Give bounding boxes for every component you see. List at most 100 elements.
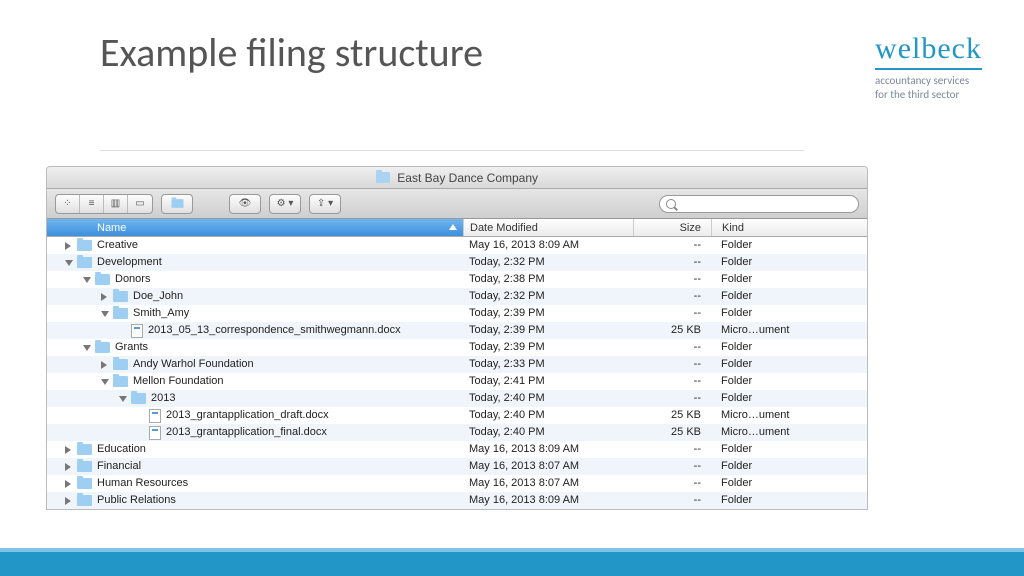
table-row[interactable]: DonorsToday, 2:38 PM--Folder xyxy=(47,271,867,288)
disclosure-triangle-icon[interactable] xyxy=(65,479,75,489)
file-date: Today, 2:40 PM xyxy=(463,390,633,407)
table-row[interactable]: 2013_05_13_correspondence_smithwegmann.d… xyxy=(47,322,867,339)
file-name: 2013_05_13_correspondence_smithwegmann.d… xyxy=(148,322,401,339)
folder-icon xyxy=(113,359,128,370)
column-view-button[interactable]: ▥ xyxy=(104,195,128,213)
file-date: Today, 2:32 PM xyxy=(463,254,633,271)
folder-icon xyxy=(113,376,128,387)
search-input[interactable] xyxy=(659,195,859,213)
file-kind: Folder xyxy=(711,492,867,509)
file-date: Today, 2:39 PM xyxy=(463,305,633,322)
document-icon xyxy=(149,426,161,440)
file-date: May 16, 2013 8:07 AM xyxy=(463,458,633,475)
file-kind: Micro…ument xyxy=(711,407,867,424)
coverflow-view-button[interactable]: ▭ xyxy=(128,195,152,213)
table-row[interactable]: Doe_JohnToday, 2:32 PM--Folder xyxy=(47,288,867,305)
brand-tagline-line1: accountancy services xyxy=(875,74,982,88)
folder-icon xyxy=(95,342,110,353)
file-size: -- xyxy=(633,339,711,356)
file-date: May 16, 2013 8:09 AM xyxy=(463,237,633,254)
brand-name: welbeck xyxy=(875,32,982,70)
quicklook-button[interactable]: 👁 xyxy=(229,194,261,214)
file-kind: Folder xyxy=(711,237,867,254)
disclosure-triangle-icon[interactable] xyxy=(101,309,111,319)
folder-icon xyxy=(77,495,92,506)
column-header-kind[interactable]: Kind xyxy=(711,219,867,236)
table-row[interactable]: Development Today, 2:32 PM--Folder xyxy=(47,254,867,271)
arrange-button[interactable] xyxy=(161,194,193,214)
file-size: -- xyxy=(633,254,711,271)
file-name: Andy Warhol Foundation xyxy=(133,356,254,373)
file-kind: Folder xyxy=(711,373,867,390)
table-row[interactable]: Human ResourcesMay 16, 2013 8:07 AM--Fol… xyxy=(47,475,867,492)
document-icon xyxy=(131,324,143,338)
window-title: East Bay Dance Company xyxy=(397,171,538,185)
file-size: -- xyxy=(633,271,711,288)
column-header-size[interactable]: Size xyxy=(633,219,711,236)
disclosure-triangle-icon[interactable] xyxy=(65,241,75,251)
file-kind: Folder xyxy=(711,356,867,373)
spacer xyxy=(137,411,147,421)
icon-view-button[interactable]: ⁘ xyxy=(56,195,80,213)
table-row[interactable]: 2013_grantapplication_final.docxToday, 2… xyxy=(47,424,867,441)
table-row[interactable]: FinancialMay 16, 2013 8:07 AM--Folder xyxy=(47,458,867,475)
file-size: 25 KB xyxy=(633,322,711,339)
table-row[interactable]: EducationMay 16, 2013 8:09 AM--Folder xyxy=(47,441,867,458)
folder-icon xyxy=(376,172,390,183)
disclosure-triangle-icon[interactable] xyxy=(65,496,75,506)
disclosure-triangle-icon[interactable] xyxy=(83,343,93,353)
disclosure-triangle-icon[interactable] xyxy=(119,394,129,404)
dropbox-icon: ⇪ ▾ xyxy=(310,195,340,213)
view-mode-buttons[interactable]: ⁘ ≡ ▥ ▭ xyxy=(55,194,153,214)
disclosure-triangle-icon[interactable] xyxy=(83,275,93,285)
search-icon xyxy=(666,199,676,209)
column-header-name[interactable]: Name xyxy=(47,219,463,236)
disclosure-triangle-icon[interactable] xyxy=(101,377,111,387)
spacer xyxy=(119,326,129,336)
file-name: Education xyxy=(97,441,146,458)
window-titlebar[interactable]: East Bay Dance Company xyxy=(47,167,867,189)
table-row[interactable]: Mellon FoundationToday, 2:41 PM--Folder xyxy=(47,373,867,390)
table-row[interactable]: GrantsToday, 2:39 PM--Folder xyxy=(47,339,867,356)
table-row[interactable]: 2013_grantapplication_draft.docxToday, 2… xyxy=(47,407,867,424)
spacer xyxy=(137,428,147,438)
slide-footer-bar xyxy=(0,548,1024,576)
disclosure-triangle-icon[interactable] xyxy=(65,462,75,472)
action-menu-button[interactable]: ⚙ ▾ xyxy=(269,194,301,214)
slide-title: Example filing structure xyxy=(100,28,483,77)
file-name: Development xyxy=(97,254,162,271)
file-size: -- xyxy=(633,305,711,322)
file-size: -- xyxy=(633,356,711,373)
disclosure-triangle-icon[interactable] xyxy=(65,258,75,268)
file-kind: Folder xyxy=(711,458,867,475)
file-date: Today, 2:38 PM xyxy=(463,271,633,288)
file-list: CreativeMay 16, 2013 8:09 AM--FolderDeve… xyxy=(47,237,867,509)
file-kind: Micro…ument xyxy=(711,424,867,441)
file-size: 25 KB xyxy=(633,424,711,441)
list-view-button[interactable]: ≡ xyxy=(80,195,104,213)
table-row[interactable]: 2013Today, 2:40 PM--Folder xyxy=(47,390,867,407)
file-date: May 16, 2013 8:07 AM xyxy=(463,475,633,492)
file-kind: Folder xyxy=(711,254,867,271)
file-kind: Folder xyxy=(711,475,867,492)
finder-window: East Bay Dance Company ⁘ ≡ ▥ ▭ 👁 ⚙ ▾ ⇪ ▾… xyxy=(46,166,868,510)
file-size: -- xyxy=(633,492,711,509)
folder-icon xyxy=(162,195,192,213)
folder-icon xyxy=(77,257,92,268)
disclosure-triangle-icon[interactable] xyxy=(101,292,111,302)
column-header-date[interactable]: Date Modified xyxy=(463,219,633,236)
file-name: Human Resources xyxy=(97,475,188,492)
folder-icon xyxy=(95,274,110,285)
disclosure-triangle-icon[interactable] xyxy=(101,360,111,370)
folder-icon xyxy=(77,478,92,489)
share-menu-button[interactable]: ⇪ ▾ xyxy=(309,194,341,214)
file-date: Today, 2:39 PM xyxy=(463,322,633,339)
table-row[interactable]: Andy Warhol FoundationToday, 2:33 PM--Fo… xyxy=(47,356,867,373)
table-row[interactable]: Public RelationsMay 16, 2013 8:09 AM--Fo… xyxy=(47,492,867,509)
file-name: Donors xyxy=(115,271,150,288)
table-row[interactable]: CreativeMay 16, 2013 8:09 AM--Folder xyxy=(47,237,867,254)
table-row[interactable]: Smith_AmyToday, 2:39 PM--Folder xyxy=(47,305,867,322)
file-date: May 16, 2013 8:09 AM xyxy=(463,441,633,458)
disclosure-triangle-icon[interactable] xyxy=(65,445,75,455)
file-kind: Folder xyxy=(711,339,867,356)
